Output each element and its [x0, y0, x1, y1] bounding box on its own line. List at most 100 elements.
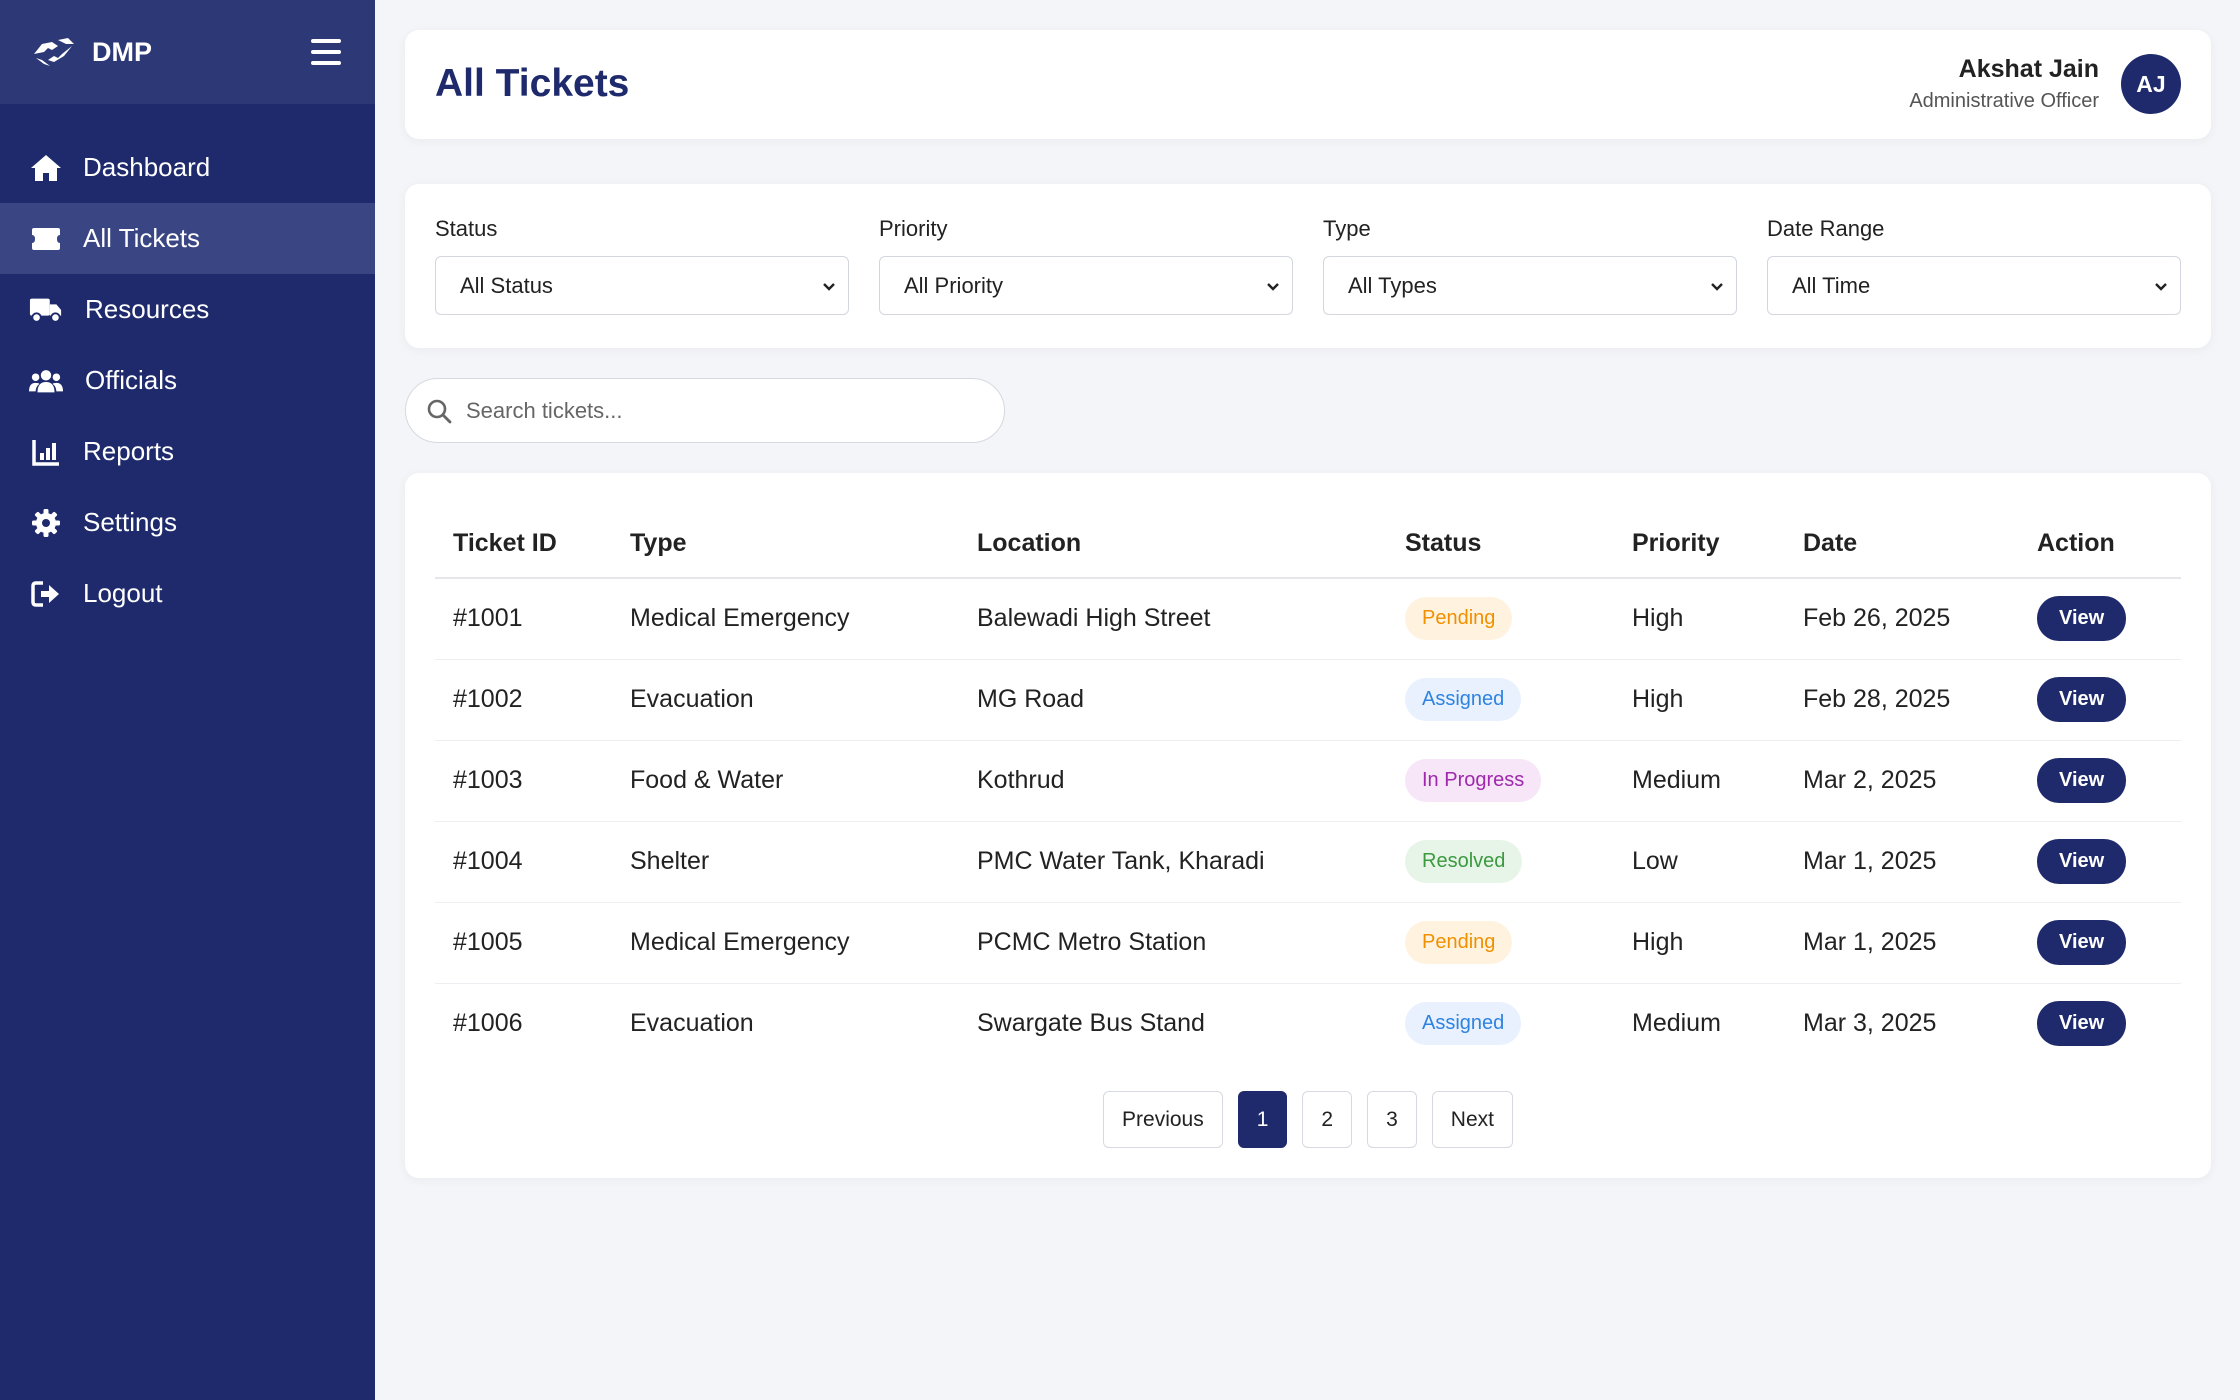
brand-bar: DMP — [0, 0, 375, 104]
page-header: All Tickets Akshat Jain Administrative O… — [405, 30, 2211, 139]
sidebar: DMP Dashboard All Tickets Resources Offi… — [0, 0, 375, 1400]
priority-select[interactable]: All Priority — [879, 256, 1293, 315]
ticket-status-cell: Pending — [1387, 578, 1614, 660]
sidebar-item-label: Resources — [85, 294, 210, 324]
search-input[interactable] — [466, 397, 966, 424]
priority-filter: Priority All Priority — [879, 216, 1293, 315]
select-value: All Priority — [904, 272, 1004, 298]
sidebar-item-label: Reports — [83, 436, 175, 466]
ticket-id: #1002 — [435, 659, 612, 741]
filters-panel: Status All Status Priority All Priority … — [405, 184, 2211, 348]
ticket-status-cell: Assigned — [1387, 983, 1614, 1064]
ticket-location: PMC Water Tank, Kharadi — [959, 821, 1387, 903]
page-2-button[interactable]: 2 — [1302, 1091, 1353, 1148]
page-3-button[interactable]: 3 — [1367, 1091, 1417, 1148]
ticket-type: Shelter — [612, 821, 959, 903]
column-header[interactable]: Date — [1785, 501, 2019, 579]
column-header[interactable]: Priority — [1614, 501, 1785, 579]
view-button[interactable]: View — [2037, 920, 2127, 965]
handshake-logo-icon — [34, 38, 74, 66]
sidebar-item-label: Settings — [83, 507, 177, 537]
previous-page-button[interactable]: Previous — [1103, 1091, 1223, 1148]
table-row[interactable]: #1004 Shelter PMC Water Tank, Kharadi Re… — [435, 821, 2181, 903]
column-header[interactable]: Status — [1387, 501, 1614, 579]
type-select[interactable]: All Types — [1323, 256, 1737, 315]
ticket-date: Mar 3, 2025 — [1803, 1009, 1937, 1038]
users-icon — [29, 364, 63, 398]
column-header: Action — [2019, 501, 2181, 579]
status-select[interactable]: All Status — [435, 256, 849, 315]
type-filter: Type All Types — [1323, 216, 1737, 315]
table-row[interactable]: #1001 Medical Emergency Balewadi High St… — [435, 578, 2181, 660]
truck-icon — [29, 293, 63, 327]
chart-icon — [29, 435, 63, 469]
ticket-action-cell: View — [2019, 659, 2181, 741]
status-badge: In Progress — [1405, 759, 1542, 802]
search-icon — [427, 399, 452, 423]
user-role: Administrative Officer — [1909, 90, 2099, 112]
ticket-location: MG Road — [959, 659, 1387, 741]
ticket-type: Food & Water — [612, 740, 959, 822]
user-name: Akshat Jain — [1958, 55, 2099, 83]
ticket-action-cell: View — [2019, 983, 2181, 1064]
ticket-status-cell: Resolved — [1387, 821, 1614, 903]
next-page-button[interactable]: Next — [1431, 1091, 1513, 1148]
filter-label: Date Range — [1767, 216, 1885, 241]
ticket-priority: High — [1614, 902, 1785, 984]
brand-name: DMP — [92, 36, 152, 67]
column-header[interactable]: Ticket ID — [435, 501, 612, 579]
avatar[interactable]: AJ — [2121, 54, 2181, 114]
chevron-down-icon — [1267, 282, 1279, 291]
sidebar-item-officials[interactable]: Officials — [0, 345, 375, 416]
chevron-down-icon — [823, 282, 835, 291]
user-profile[interactable]: Akshat Jain Administrative Officer AJ — [1909, 54, 2181, 114]
status-badge: Assigned — [1405, 678, 1522, 721]
ticket-type: Medical Emergency — [612, 902, 959, 984]
view-button[interactable]: View — [2037, 596, 2127, 642]
status-badge: Pending — [1405, 921, 1513, 964]
menu-toggle-icon[interactable] — [311, 39, 341, 65]
table-row[interactable]: #1002 Evacuation MG Road Assigned High F… — [435, 659, 2181, 741]
ticket-location: Balewadi High Street — [959, 578, 1387, 660]
sidebar-item-resources[interactable]: Resources — [0, 274, 375, 345]
view-button[interactable]: View — [2037, 839, 2127, 884]
ticket-priority: Low — [1614, 821, 1785, 903]
sidebar-item-all-tickets[interactable]: All Tickets — [0, 203, 375, 274]
view-button[interactable]: View — [2037, 758, 2127, 803]
table-row[interactable]: #1003 Food & Water Kothrud In Progress M… — [435, 740, 2181, 822]
ticket-date: Mar 1, 2025 — [1785, 902, 2019, 984]
ticket-priority: Medium — [1632, 1009, 1721, 1038]
ticket-icon — [29, 222, 63, 256]
sidebar-item-logout[interactable]: Logout — [0, 558, 375, 629]
ticket-action-cell: View — [2019, 821, 2181, 903]
page-1-button[interactable]: 1 — [1237, 1091, 1288, 1148]
filter-label: Status — [435, 216, 498, 241]
ticket-id: #1001 — [435, 578, 612, 660]
gear-icon — [29, 506, 63, 540]
ticket-priority: High — [1614, 578, 1785, 660]
table-row[interactable]: #1005 Medical Emergency PCMC Metro Stati… — [435, 902, 2181, 984]
sidebar-item-reports[interactable]: Reports — [0, 416, 375, 487]
search-box — [405, 378, 1005, 443]
date-range-select[interactable]: All Time — [1767, 256, 2181, 315]
sidebar-item-label: All Tickets — [83, 223, 201, 253]
ticket-date: Feb 28, 2025 — [1785, 659, 2019, 741]
ticket-type: Evacuation — [630, 1009, 754, 1038]
ticket-status-cell: Assigned — [1387, 659, 1614, 741]
column-header[interactable]: Location — [959, 501, 1387, 579]
sidebar-item-dashboard[interactable]: Dashboard — [0, 132, 375, 203]
ticket-priority: High — [1614, 659, 1785, 741]
chevron-down-icon — [2155, 282, 2167, 291]
ticket-id: #1005 — [435, 902, 612, 984]
ticket-action-cell: View — [2019, 740, 2181, 822]
pagination: Previous 1 2 3 Next — [405, 1091, 2211, 1148]
user-info: Akshat Jain Administrative Officer — [1909, 55, 2099, 113]
sidebar-item-settings[interactable]: Settings — [0, 487, 375, 558]
tickets-table: Ticket ID Type Location Status Priority … — [435, 501, 2181, 1064]
column-header[interactable]: Type — [612, 501, 959, 579]
table-row[interactable]: #1006 Evacuation Swargate Bus Stand Assi… — [435, 983, 2181, 1064]
ticket-id: #1004 — [435, 821, 612, 903]
sidebar-item-label: Officials — [85, 365, 177, 395]
view-button[interactable]: View — [2037, 677, 2127, 722]
view-button[interactable]: View — [2037, 1001, 2127, 1047]
